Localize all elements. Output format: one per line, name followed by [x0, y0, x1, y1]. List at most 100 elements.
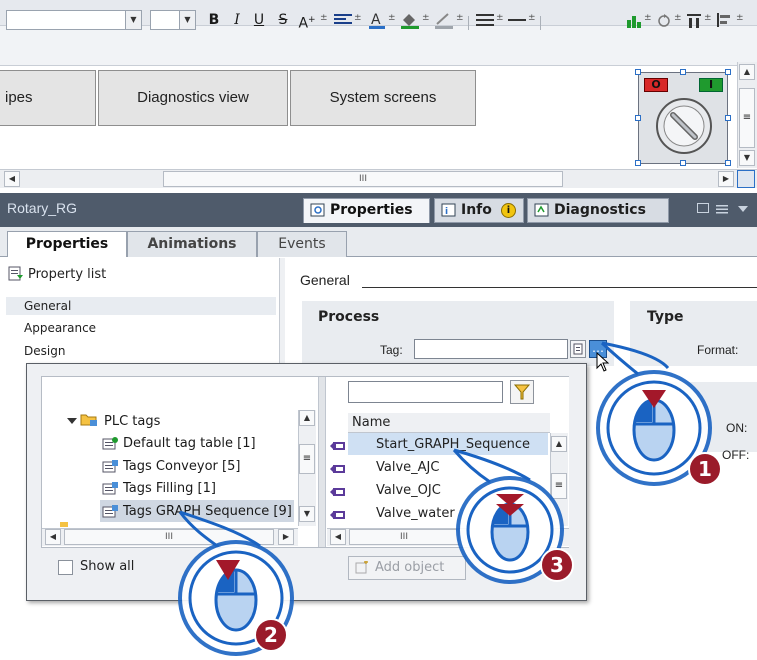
- on-indicator: I: [699, 78, 723, 92]
- tab-info[interactable]: i Info i: [434, 198, 524, 223]
- property-item-appearance[interactable]: Appearance: [24, 321, 96, 335]
- selection-handle[interactable]: [680, 160, 686, 166]
- dropdown-arrow-icon[interactable]: ±: [644, 13, 652, 23]
- tag-icon: [330, 463, 346, 473]
- tab-properties[interactable]: Properties: [303, 198, 430, 223]
- chevron-down-icon: ▼: [179, 11, 195, 29]
- tree-expand-icon[interactable]: [67, 415, 77, 425]
- tree-item-tags-filling[interactable]: Tags Filling [1]: [123, 481, 216, 496]
- font-size-increase-button[interactable]: A+: [296, 10, 318, 32]
- list-row-valve-water[interactable]: Valve_water: [376, 506, 455, 521]
- show-all-checkbox[interactable]: [58, 560, 73, 575]
- subtab-animations[interactable]: Animations: [127, 231, 257, 257]
- fill-color-icon[interactable]: [400, 11, 420, 29]
- tree-item-plc-tags[interactable]: PLC tags: [104, 414, 160, 429]
- rotary-switch[interactable]: O I: [638, 72, 728, 164]
- dropdown-arrow-icon[interactable]: ±: [456, 13, 464, 23]
- selection-handle[interactable]: [725, 115, 731, 121]
- line-style-icon[interactable]: [476, 13, 494, 27]
- scroll-thumb[interactable]: ≡: [739, 88, 755, 148]
- scroll-up-icon[interactable]: ▲: [299, 410, 315, 426]
- tag-icon: [330, 440, 346, 450]
- zoom-box-icon[interactable]: [737, 170, 755, 188]
- font-family-combo[interactable]: ▼: [6, 10, 142, 30]
- dropdown-arrow-icon[interactable]: ±: [354, 13, 362, 23]
- filter-button[interactable]: [510, 380, 534, 404]
- tag-table-icon: [102, 436, 119, 451]
- dropdown-arrow-icon[interactable]: ±: [704, 13, 712, 23]
- chevron-down-icon: ▼: [125, 11, 141, 29]
- align-objects-icon[interactable]: [716, 12, 732, 28]
- selection-handle[interactable]: [725, 69, 731, 75]
- diagnostics-icon: [534, 203, 550, 218]
- screen-vertical-scrollbar[interactable]: ▲ ≡ ▼: [737, 62, 757, 168]
- pane-splitter[interactable]: [318, 377, 326, 547]
- property-item-general[interactable]: General: [24, 299, 71, 313]
- properties-icon: [310, 203, 326, 218]
- font-size-combo[interactable]: ▼: [150, 10, 196, 30]
- selection-handle[interactable]: [680, 69, 686, 75]
- selection-handle[interactable]: [635, 69, 641, 75]
- tag-list-icon[interactable]: [570, 340, 586, 358]
- callout-badge-2: 2: [254, 618, 288, 652]
- tree-item-tags-conveyor[interactable]: Tags Conveyor [5]: [123, 459, 240, 474]
- distribute-icon[interactable]: [686, 12, 702, 28]
- property-item-design[interactable]: Design: [24, 344, 65, 358]
- rotary-knob[interactable]: [655, 97, 713, 155]
- subtab-properties[interactable]: Properties: [7, 231, 127, 257]
- general-section-heading: General: [300, 272, 350, 288]
- dropdown-arrow-icon[interactable]: ±: [736, 13, 744, 23]
- italic-button[interactable]: I: [228, 10, 246, 30]
- dropdown-arrow-icon[interactable]: ±: [388, 13, 396, 23]
- property-list-label[interactable]: Property list: [28, 267, 106, 282]
- rotate-icon[interactable]: [656, 12, 672, 28]
- selection-handle[interactable]: [635, 115, 641, 121]
- process-title: Process: [318, 309, 380, 325]
- line-color-icon[interactable]: [434, 11, 454, 29]
- font-size-icon: A: [298, 15, 309, 32]
- strikethrough-button[interactable]: S: [274, 10, 292, 30]
- list-row-valve-ojc[interactable]: Valve_OJC: [376, 483, 441, 498]
- nav-button-recipes[interactable]: ipes: [0, 70, 96, 126]
- scroll-right-icon[interactable]: ▶: [718, 171, 734, 187]
- tree-item-default-tag-table[interactable]: Default tag table [1]: [123, 436, 256, 451]
- subtab-events[interactable]: Events: [257, 231, 347, 257]
- selection-handle[interactable]: [725, 160, 731, 166]
- nav-button-system-screens[interactable]: System screens: [290, 70, 476, 126]
- dropdown-arrow-icon[interactable]: ±: [320, 13, 328, 23]
- align-icon[interactable]: [334, 13, 352, 27]
- line-width-icon[interactable]: [508, 13, 526, 27]
- nav-button-diagnostics-view[interactable]: Diagnostics view: [98, 70, 288, 126]
- tag-icon: [330, 486, 346, 496]
- bold-button[interactable]: B: [205, 10, 223, 30]
- chart-icon[interactable]: [626, 12, 642, 28]
- restore-icon[interactable]: [697, 203, 709, 213]
- left-panel-scrollbar[interactable]: [279, 258, 285, 366]
- selection-handle[interactable]: [635, 160, 641, 166]
- tab-diagnostics[interactable]: Diagnostics: [527, 198, 669, 223]
- filter-input[interactable]: [348, 381, 503, 403]
- scroll-thumb[interactable]: ≡: [299, 444, 315, 474]
- property-list-icon: [8, 266, 24, 281]
- dropdown-arrow-icon[interactable]: ±: [674, 13, 682, 23]
- collapse-icon[interactable]: [737, 203, 749, 213]
- scroll-thumb[interactable]: III: [163, 171, 563, 187]
- scroll-left-icon[interactable]: ◀: [45, 529, 61, 545]
- screen-horizontal-scrollbar[interactable]: ◀ III ▶: [0, 169, 757, 188]
- scroll-up-icon[interactable]: ▲: [739, 64, 755, 80]
- toolbar-divider: [540, 16, 541, 30]
- scroll-thumb[interactable]: III: [349, 529, 459, 545]
- scroll-left-icon[interactable]: ◀: [330, 529, 346, 545]
- underline-button[interactable]: U: [250, 10, 268, 30]
- scroll-left-icon[interactable]: ◀: [4, 171, 20, 187]
- scroll-down-icon[interactable]: ▼: [739, 150, 755, 166]
- list-icon[interactable]: [716, 203, 728, 214]
- font-color-icon[interactable]: A: [368, 11, 386, 29]
- list-row-valve-ajc[interactable]: Valve_AJC: [376, 460, 439, 475]
- dropdown-arrow-icon[interactable]: ±: [528, 13, 536, 23]
- warning-icon: i: [501, 203, 516, 218]
- dropdown-arrow-icon[interactable]: ±: [422, 13, 430, 23]
- dropdown-arrow-icon[interactable]: ±: [496, 13, 504, 23]
- column-header-name[interactable]: Name: [352, 415, 390, 430]
- tag-input[interactable]: [414, 339, 568, 359]
